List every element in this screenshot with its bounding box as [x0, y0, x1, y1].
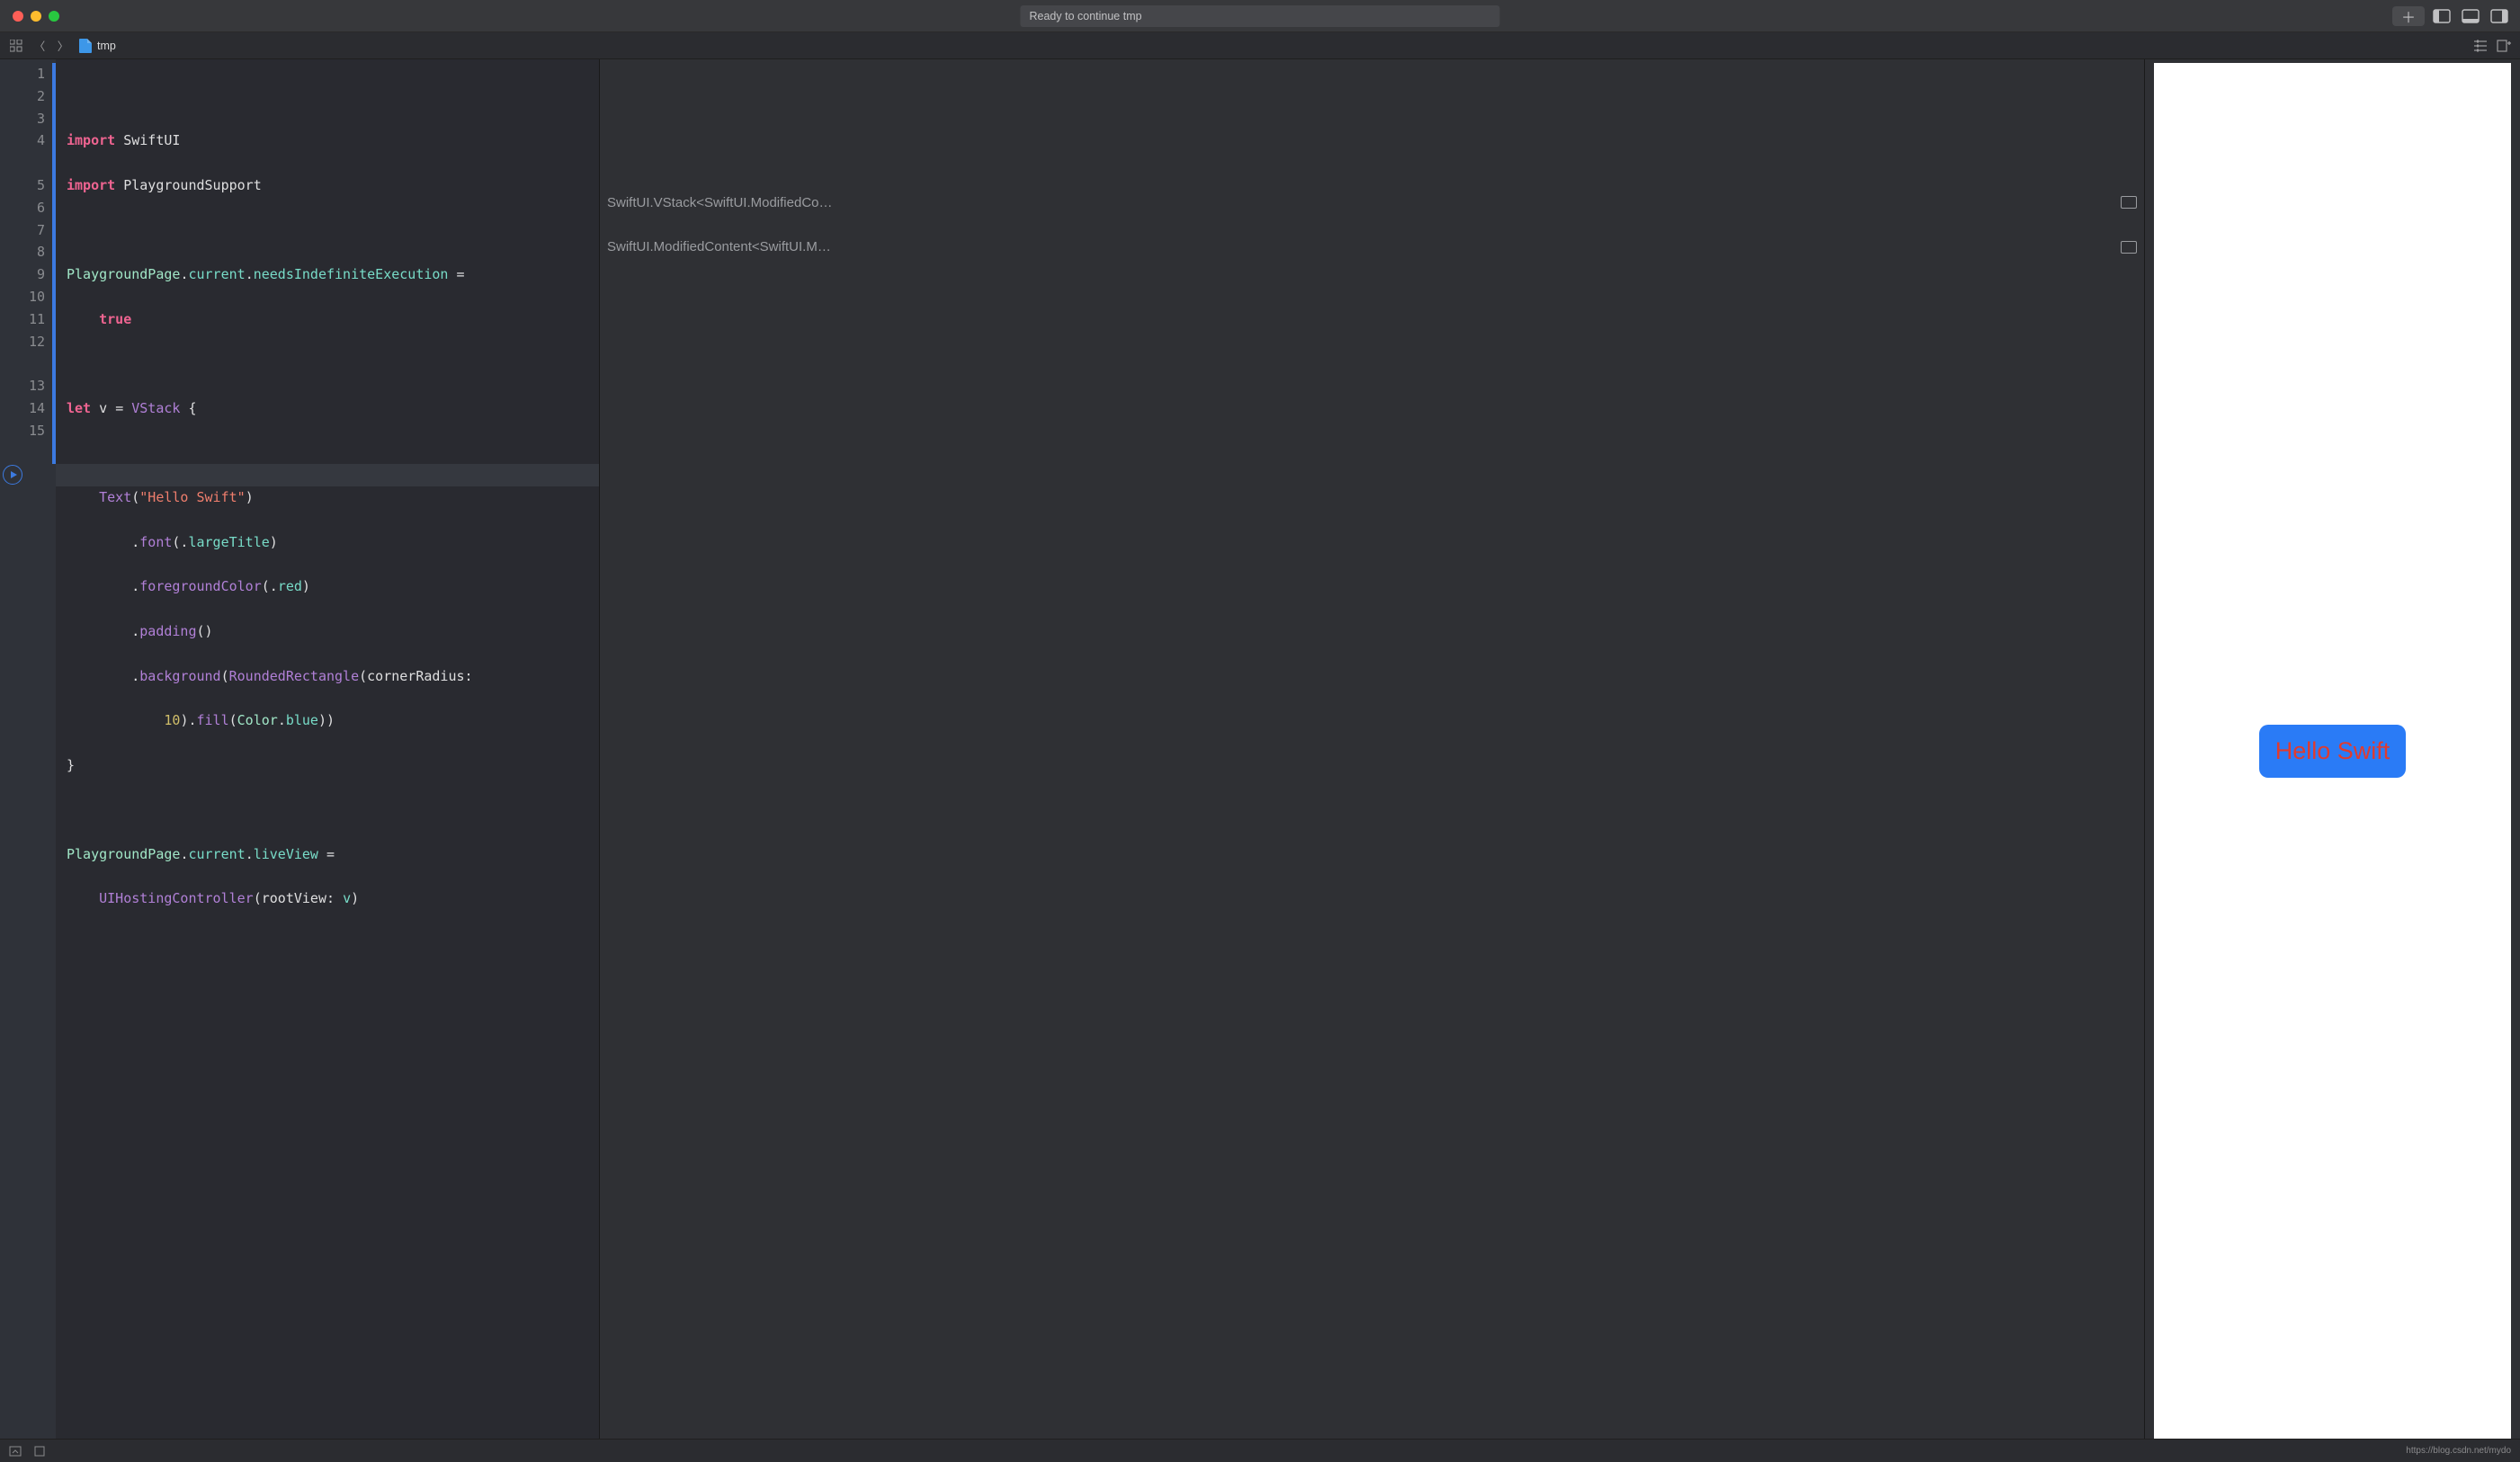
quicklook-icon[interactable]	[2121, 196, 2137, 209]
zoom-window-button[interactable]	[49, 11, 59, 22]
live-view-canvas: Hello Swift	[2154, 63, 2511, 1439]
add-tab-button[interactable]: ＋	[2392, 6, 2425, 26]
line-number: 5	[0, 174, 56, 197]
line-number: 10	[0, 286, 56, 308]
code-area[interactable]: import SwiftUI import PlaygroundSupport …	[56, 59, 599, 1439]
debug-area-toggle-icon[interactable]	[9, 1446, 22, 1457]
titlebar: Ready to continue tmp ＋	[0, 0, 2520, 32]
results-sidebar: SwiftUI.VStack<SwiftUI.ModifiedCo… Swift…	[599, 59, 2144, 1439]
titlebar-right-controls: ＋	[2392, 6, 2511, 26]
cursor-line-highlight	[56, 464, 599, 486]
line-number: 14	[0, 397, 56, 420]
nav-forward-button[interactable]: 〉	[56, 39, 70, 53]
line-number	[0, 152, 56, 174]
result-row[interactable]: SwiftUI.ModifiedContent<SwiftUI.M…	[607, 239, 2137, 254]
breadcrumb-current-file[interactable]: tmp	[79, 39, 116, 53]
live-view-panel: Hello Swift	[2144, 59, 2520, 1439]
window-controls	[0, 11, 59, 22]
line-number: 6	[0, 197, 56, 219]
inspector-split-button[interactable]	[2488, 6, 2511, 26]
quicklook-icon[interactable]	[2121, 241, 2137, 254]
swift-playground-icon	[79, 39, 92, 53]
activity-status[interactable]: Ready to continue tmp	[1021, 5, 1500, 27]
result-text: SwiftUI.VStack<SwiftUI.ModifiedCo…	[607, 195, 2113, 210]
result-row[interactable]: SwiftUI.VStack<SwiftUI.ModifiedCo…	[607, 195, 2137, 210]
result-text: SwiftUI.ModifiedContent<SwiftUI.M…	[607, 239, 2113, 254]
line-number: 15	[0, 420, 56, 442]
line-number: 9	[0, 263, 56, 286]
library-split-button[interactable]	[2430, 6, 2453, 26]
add-editor-icon[interactable]	[2497, 39, 2511, 53]
editor-split-button[interactable]	[2459, 6, 2482, 26]
workspace: 1 2 3 4 5 6 7 8 9 10 11 12 13 14 15 impo…	[0, 59, 2520, 1439]
line-number: 11	[0, 308, 56, 331]
preview-text-pill: Hello Swift	[2259, 725, 2407, 778]
breadcrumb-file-label: tmp	[97, 40, 116, 52]
line-number	[0, 352, 56, 375]
status-bar: https://blog.csdn.net/mydo	[0, 1439, 2520, 1462]
line-number: 1	[0, 63, 56, 85]
nav-back-button[interactable]: 〈	[32, 39, 47, 53]
watermark-text: https://blog.csdn.net/mydo	[2406, 1446, 2511, 1456]
line-number: 12	[0, 331, 56, 353]
line-number: 8	[0, 241, 56, 263]
line-number	[0, 442, 56, 465]
line-gutter: 1 2 3 4 5 6 7 8 9 10 11 12 13 14 15	[0, 59, 56, 1439]
minimize-window-button[interactable]	[31, 11, 41, 22]
related-items-icon[interactable]	[9, 39, 23, 53]
editor-options-icon[interactable]	[2473, 39, 2488, 53]
preview-text: Hello Swift	[2275, 737, 2390, 764]
line-number: 4	[0, 129, 56, 152]
console-toggle-icon[interactable]	[34, 1446, 45, 1457]
line-number: 3	[0, 108, 56, 130]
line-number: 2	[0, 85, 56, 108]
line-number: 7	[0, 219, 56, 242]
breadcrumb-bar: 〈 〉 tmp	[0, 32, 2520, 59]
code-editor[interactable]: 1 2 3 4 5 6 7 8 9 10 11 12 13 14 15 impo…	[0, 59, 599, 1439]
line-number: 13	[0, 375, 56, 397]
activity-status-text: Ready to continue tmp	[1030, 10, 1142, 22]
close-window-button[interactable]	[13, 11, 23, 22]
